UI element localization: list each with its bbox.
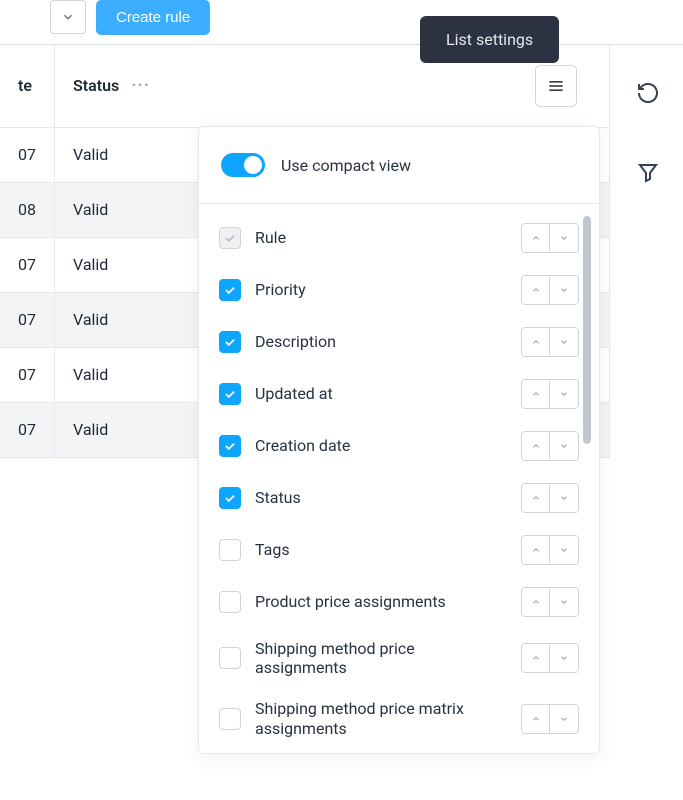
column-reorder-buttons xyxy=(521,643,579,673)
move-up-button[interactable] xyxy=(522,484,550,512)
move-down-button[interactable] xyxy=(550,644,578,672)
cell-date: 07 xyxy=(0,402,54,457)
column-setting-label: Shipping method price assignments xyxy=(255,639,509,677)
column-visibility-checkbox[interactable] xyxy=(219,435,241,457)
move-up-button[interactable] xyxy=(522,432,550,460)
column-reorder-buttons xyxy=(521,704,579,734)
move-up-button[interactable] xyxy=(522,328,550,356)
cell-date: 08 xyxy=(0,182,54,237)
column-setting-label: Shipping method price matrix assignments xyxy=(255,699,509,737)
list-settings-tooltip: List settings xyxy=(420,16,559,63)
move-up-button[interactable] xyxy=(522,644,550,672)
move-up-button[interactable] xyxy=(522,224,550,252)
dropdown-toggle-button[interactable] xyxy=(50,0,86,34)
refresh-icon xyxy=(636,81,660,105)
column-visibility-checkbox[interactable] xyxy=(219,487,241,509)
column-reorder-buttons xyxy=(521,327,579,357)
column-reorder-buttons xyxy=(521,379,579,409)
move-down-button[interactable] xyxy=(550,328,578,356)
refresh-button[interactable] xyxy=(633,78,663,108)
move-up-button[interactable] xyxy=(522,705,550,733)
move-down-button[interactable] xyxy=(550,705,578,733)
column-visibility-checkbox xyxy=(219,227,241,249)
column-reorder-buttons xyxy=(521,587,579,617)
cell-date: 07 xyxy=(0,127,54,182)
column-setting-row: Product price assignments xyxy=(219,576,579,628)
move-up-button[interactable] xyxy=(522,536,550,564)
column-visibility-checkbox[interactable] xyxy=(219,539,241,561)
column-visibility-checkbox[interactable] xyxy=(219,383,241,405)
column-visibility-checkbox[interactable] xyxy=(219,708,241,730)
column-setting-row: Description xyxy=(219,316,579,368)
move-down-button[interactable] xyxy=(550,588,578,616)
move-down-button[interactable] xyxy=(550,224,578,252)
column-visibility-checkbox[interactable] xyxy=(219,591,241,613)
list-icon xyxy=(546,76,566,96)
filter-button[interactable] xyxy=(633,158,663,188)
cell-date: 07 xyxy=(0,347,54,402)
column-setting-row: Shipping method price assignments xyxy=(219,628,579,688)
column-setting-row: Priority xyxy=(219,264,579,316)
filter-icon xyxy=(636,161,660,185)
column-reorder-buttons xyxy=(521,223,579,253)
column-visibility-checkbox[interactable] xyxy=(219,279,241,301)
column-reorder-buttons xyxy=(521,483,579,513)
column-setting-label: Updated at xyxy=(255,384,333,403)
list-settings-popover: Use compact view Rule Priority Description… xyxy=(198,126,600,754)
cell-date: 07 xyxy=(0,292,54,347)
column-setting-label: Tags xyxy=(255,540,290,559)
column-setting-label: Creation date xyxy=(255,436,350,455)
column-setting-row: Updated at xyxy=(219,368,579,420)
column-reorder-buttons xyxy=(521,431,579,461)
column-setting-row: Shipping method price matrix assignments xyxy=(219,688,579,748)
scrollbar[interactable] xyxy=(583,216,591,444)
list-settings-button[interactable] xyxy=(535,65,577,107)
column-setting-label: Rule xyxy=(255,228,286,247)
column-setting-label: Product price assignments xyxy=(255,592,446,611)
move-down-button[interactable] xyxy=(550,276,578,304)
move-up-button[interactable] xyxy=(522,276,550,304)
column-visibility-checkbox[interactable] xyxy=(219,647,241,669)
compact-view-label: Use compact view xyxy=(281,156,411,175)
chevron-down-icon xyxy=(61,10,75,24)
more-icon[interactable]: ··· xyxy=(131,75,150,96)
cell-date: 07 xyxy=(0,237,54,292)
move-up-button[interactable] xyxy=(522,380,550,408)
move-down-button[interactable] xyxy=(550,432,578,460)
column-visibility-checkbox[interactable] xyxy=(219,331,241,353)
move-down-button[interactable] xyxy=(550,484,578,512)
column-setting-row: Rule xyxy=(219,212,579,264)
move-down-button[interactable] xyxy=(550,536,578,564)
column-setting-row: Status xyxy=(219,472,579,524)
column-header-date[interactable]: te xyxy=(0,45,54,127)
column-header-status-label: Status xyxy=(73,76,119,95)
column-setting-label: Description xyxy=(255,332,336,351)
move-down-button[interactable] xyxy=(550,380,578,408)
column-reorder-buttons xyxy=(521,275,579,305)
create-rule-button[interactable]: Create rule xyxy=(96,0,210,35)
compact-view-toggle[interactable] xyxy=(221,153,265,177)
column-setting-label: Priority xyxy=(255,280,306,299)
column-reorder-buttons xyxy=(521,535,579,565)
move-up-button[interactable] xyxy=(522,588,550,616)
column-setting-row: Creation date xyxy=(219,420,579,472)
column-setting-label: Status xyxy=(255,488,301,507)
column-setting-row: Tags xyxy=(219,524,579,576)
